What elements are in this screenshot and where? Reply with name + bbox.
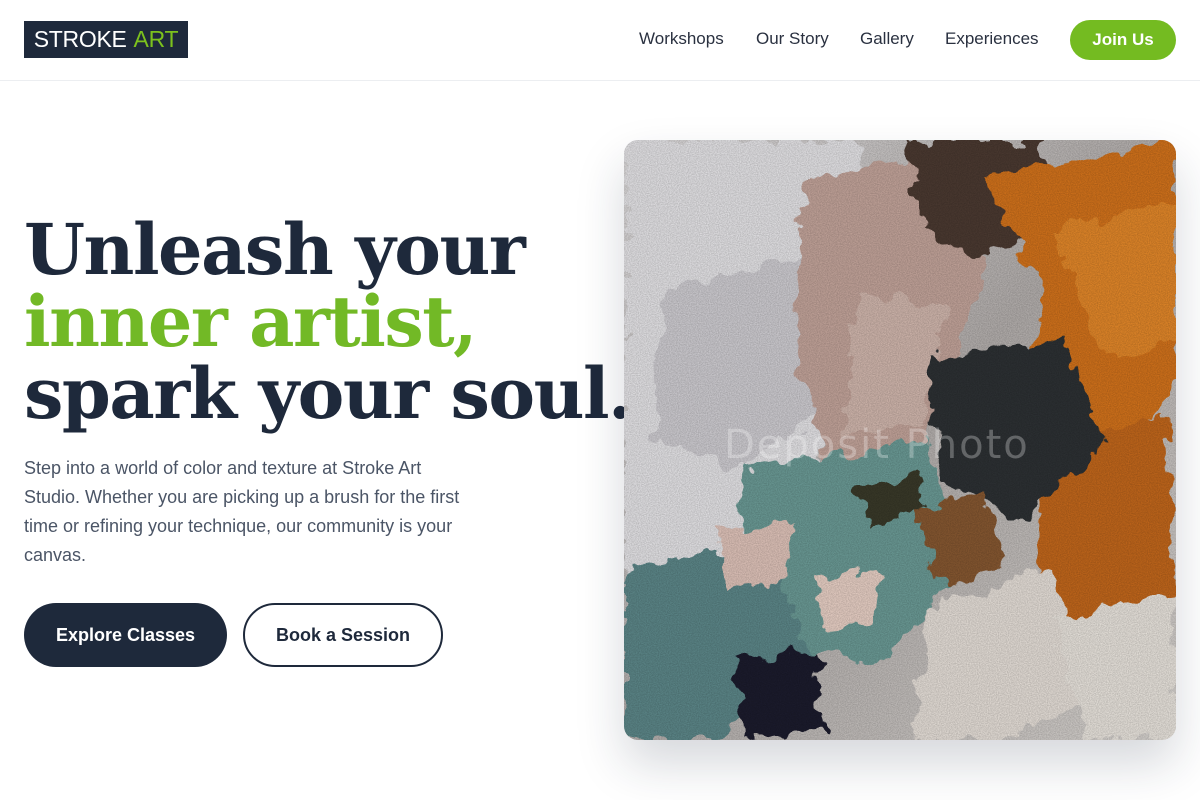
logo-text-accent: ART (133, 26, 179, 52)
hero-headline: Unleash your inner artist, spark your so… (24, 208, 632, 435)
image-watermark: Deposit Photo (724, 422, 1030, 468)
nav-link-workshops[interactable]: Workshops (639, 29, 724, 49)
headline-line-1: Unleash your (24, 208, 526, 291)
logo-text-primary: STROKE (33, 26, 127, 52)
headline-line-2: inner artist, (24, 280, 477, 363)
nav-link-experiences[interactable]: Experiences (945, 29, 1039, 49)
nav-link-gallery[interactable]: Gallery (860, 29, 914, 49)
site-header: STROKE ART Workshops Our Story Gallery E… (0, 0, 1200, 81)
join-us-button[interactable]: Join Us (1070, 20, 1176, 60)
brand-logo[interactable]: STROKE ART (24, 21, 188, 58)
headline-line-3: spark your soul. (24, 352, 632, 435)
book-session-button[interactable]: Book a Session (243, 603, 443, 667)
hero-paint-image: Deposit Photo (624, 140, 1176, 740)
nav-link-our-story[interactable]: Our Story (756, 29, 829, 49)
hero-description: Step into a world of color and texture a… (24, 458, 460, 565)
explore-classes-button[interactable]: Explore Classes (24, 603, 227, 667)
